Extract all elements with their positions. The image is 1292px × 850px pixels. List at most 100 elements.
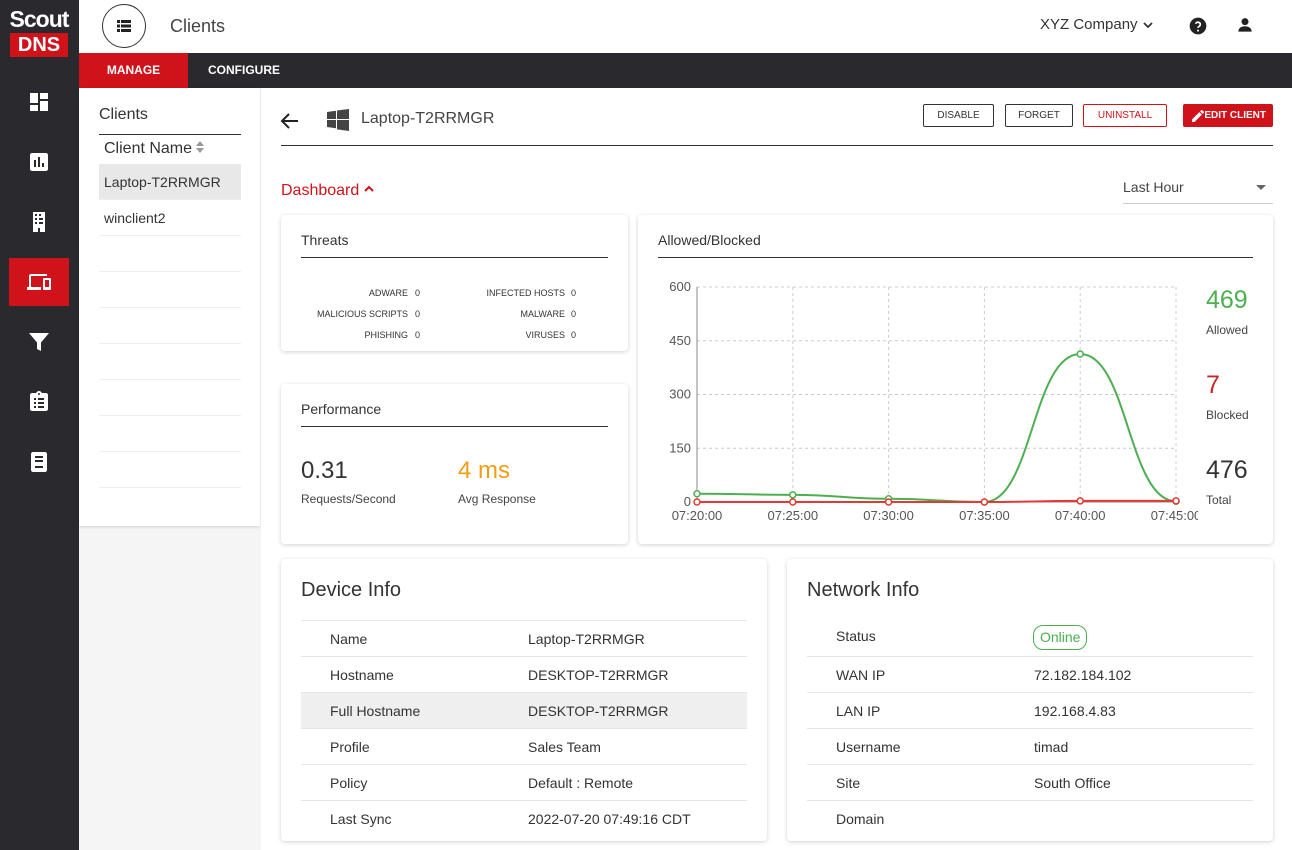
- logo-top-text: Scout: [9, 6, 70, 32]
- rail-reports[interactable]: [9, 138, 69, 186]
- page-title: Clients: [170, 16, 226, 36]
- back-arrow-icon[interactable]: [280, 111, 300, 131]
- data-point-blocked: [693, 498, 701, 506]
- time-range-value: Last Hour: [1123, 179, 1184, 195]
- data-point-allowed: [1076, 350, 1084, 358]
- user-icon[interactable]: [1235, 15, 1255, 35]
- allowed-label: Allowed: [1206, 323, 1249, 337]
- pencil-icon: [1192, 109, 1205, 122]
- info-row: Full Hostname DESKTOP-T2RRMGR: [301, 692, 747, 728]
- dropdown-arrow-icon: [1256, 185, 1266, 190]
- info-row: Username timad: [807, 728, 1253, 764]
- chevron-down-icon: [1142, 22, 1153, 29]
- scoutdns-logo[interactable]: Scout DNS: [4, 6, 74, 58]
- uninstall-button[interactable]: UNINSTALL: [1083, 104, 1167, 127]
- info-key: Profile: [330, 739, 370, 755]
- info-row: Hostname DESKTOP-T2RRMGR: [301, 656, 747, 692]
- info-value: 72.182.184.102: [1034, 667, 1132, 683]
- threat-value: 0: [571, 330, 577, 340]
- performance-card: Performance 0.31 Requests/Second 4 ms Av…: [281, 384, 628, 544]
- allowed-blocked-title: Allowed/Blocked: [658, 232, 761, 248]
- top-bar: Clients XYZ Company: [79, 0, 1292, 53]
- info-row: Domain: [807, 800, 1253, 836]
- client-row[interactable]: winclient2: [99, 200, 241, 236]
- data-point-blocked: [980, 498, 989, 506]
- row-divider: [99, 487, 241, 488]
- info-value: 2022-07-20 07:49:16 CDT: [528, 811, 691, 827]
- company-selector[interactable]: XYZ Company: [1040, 16, 1154, 33]
- threat-value: 0: [415, 330, 421, 340]
- info-key: Site: [836, 775, 861, 791]
- threat-value: 0: [415, 309, 421, 319]
- help-icon[interactable]: [1188, 16, 1208, 36]
- info-row: Last Sync 2022-07-20 07:49:16 CDT: [301, 800, 747, 836]
- client-row[interactable]: Laptop-T2RRMGR: [99, 164, 241, 200]
- info-value: DESKTOP-T2RRMGR: [528, 703, 669, 719]
- info-row: Policy Default : Remote: [301, 764, 747, 800]
- dashboard-toggle[interactable]: Dashboard: [281, 182, 375, 200]
- rail-clients[interactable]: [9, 258, 69, 306]
- sort-icon: [196, 141, 205, 153]
- company-name: XYZ Company: [1040, 16, 1138, 33]
- info-key: LAN IP: [836, 703, 881, 719]
- clipboard-icon: [30, 391, 48, 411]
- list-icon: [117, 20, 131, 32]
- divider: [658, 257, 1253, 258]
- divider: [301, 426, 608, 427]
- tab-manage[interactable]: MANAGE: [79, 53, 188, 88]
- requests-per-second-value: 0.31: [301, 457, 348, 484]
- device-info-card: Device Info Name Laptop-T2RRMGR Hostname D…: [281, 559, 767, 841]
- info-row: Profile Sales Team: [301, 728, 747, 764]
- divider: [301, 257, 608, 258]
- requests-per-second-label: Requests/Second: [301, 492, 396, 506]
- reports-icon: [30, 153, 48, 171]
- rail-filters[interactable]: [9, 318, 69, 366]
- time-range-select[interactable]: Last Hour: [1123, 176, 1273, 204]
- left-rail: Scout DNS: [0, 0, 79, 850]
- x-tick-label: 07:25:00: [767, 508, 818, 521]
- info-key: Username: [836, 739, 901, 755]
- info-key: Policy: [330, 775, 368, 791]
- data-point-allowed: [693, 490, 701, 498]
- building-icon: [33, 212, 45, 232]
- avg-response-value: 4 ms: [458, 457, 511, 484]
- info-value: 192.168.4.83: [1034, 703, 1116, 719]
- forget-button[interactable]: FORGET: [1005, 104, 1073, 127]
- y-tick-label: 0: [684, 494, 691, 509]
- row-divider: [99, 307, 241, 308]
- windows-icon: [327, 109, 349, 131]
- clients-panel-title: Clients: [99, 106, 148, 123]
- tab-configure[interactable]: CONFIGURE: [199, 53, 289, 88]
- devices-icon: [27, 274, 51, 290]
- x-tick-label: 07:40:00: [1055, 508, 1106, 521]
- client-name-column-header[interactable]: Client Name: [104, 140, 205, 158]
- avg-response-label: Avg Response: [458, 492, 536, 506]
- rail-docs[interactable]: [9, 438, 69, 486]
- menu-button[interactable]: [102, 4, 146, 48]
- info-value: timad: [1034, 739, 1069, 755]
- allowed-blocked-chart: 600 450 300 150 007:20:00 07:25:00 07:30:00 07:…: [669, 281, 1198, 521]
- edit-client-button[interactable]: EDIT CLIENT: [1183, 104, 1273, 127]
- row-divider: [99, 379, 241, 380]
- rail-dashboard[interactable]: [9, 78, 69, 126]
- x-tick-label: 07:20:00: [672, 508, 723, 521]
- info-key: Name: [330, 631, 368, 647]
- device-info-title: Device Info: [301, 579, 402, 601]
- filter-icon: [29, 333, 49, 351]
- threat-label: PHISHING: [364, 330, 408, 340]
- disable-button[interactable]: DISABLE: [923, 104, 994, 127]
- info-row: WAN IP 72.182.184.102: [807, 656, 1253, 692]
- y-tick-label: 150: [669, 440, 691, 455]
- performance-title: Performance: [301, 401, 382, 417]
- header-divider: [281, 145, 1273, 146]
- column-label: Client Name: [104, 140, 193, 157]
- y-tick-label: 600: [669, 281, 691, 294]
- row-divider: [99, 343, 241, 344]
- threat-value: 0: [415, 288, 421, 298]
- dashboard-toggle-label: Dashboard: [281, 182, 360, 199]
- threats-title: Threats: [301, 232, 349, 248]
- rail-sites[interactable]: [9, 198, 69, 246]
- x-tick-label: 07:30:00: [863, 508, 914, 521]
- info-key: Status: [836, 628, 876, 644]
- rail-policies[interactable]: [9, 378, 69, 426]
